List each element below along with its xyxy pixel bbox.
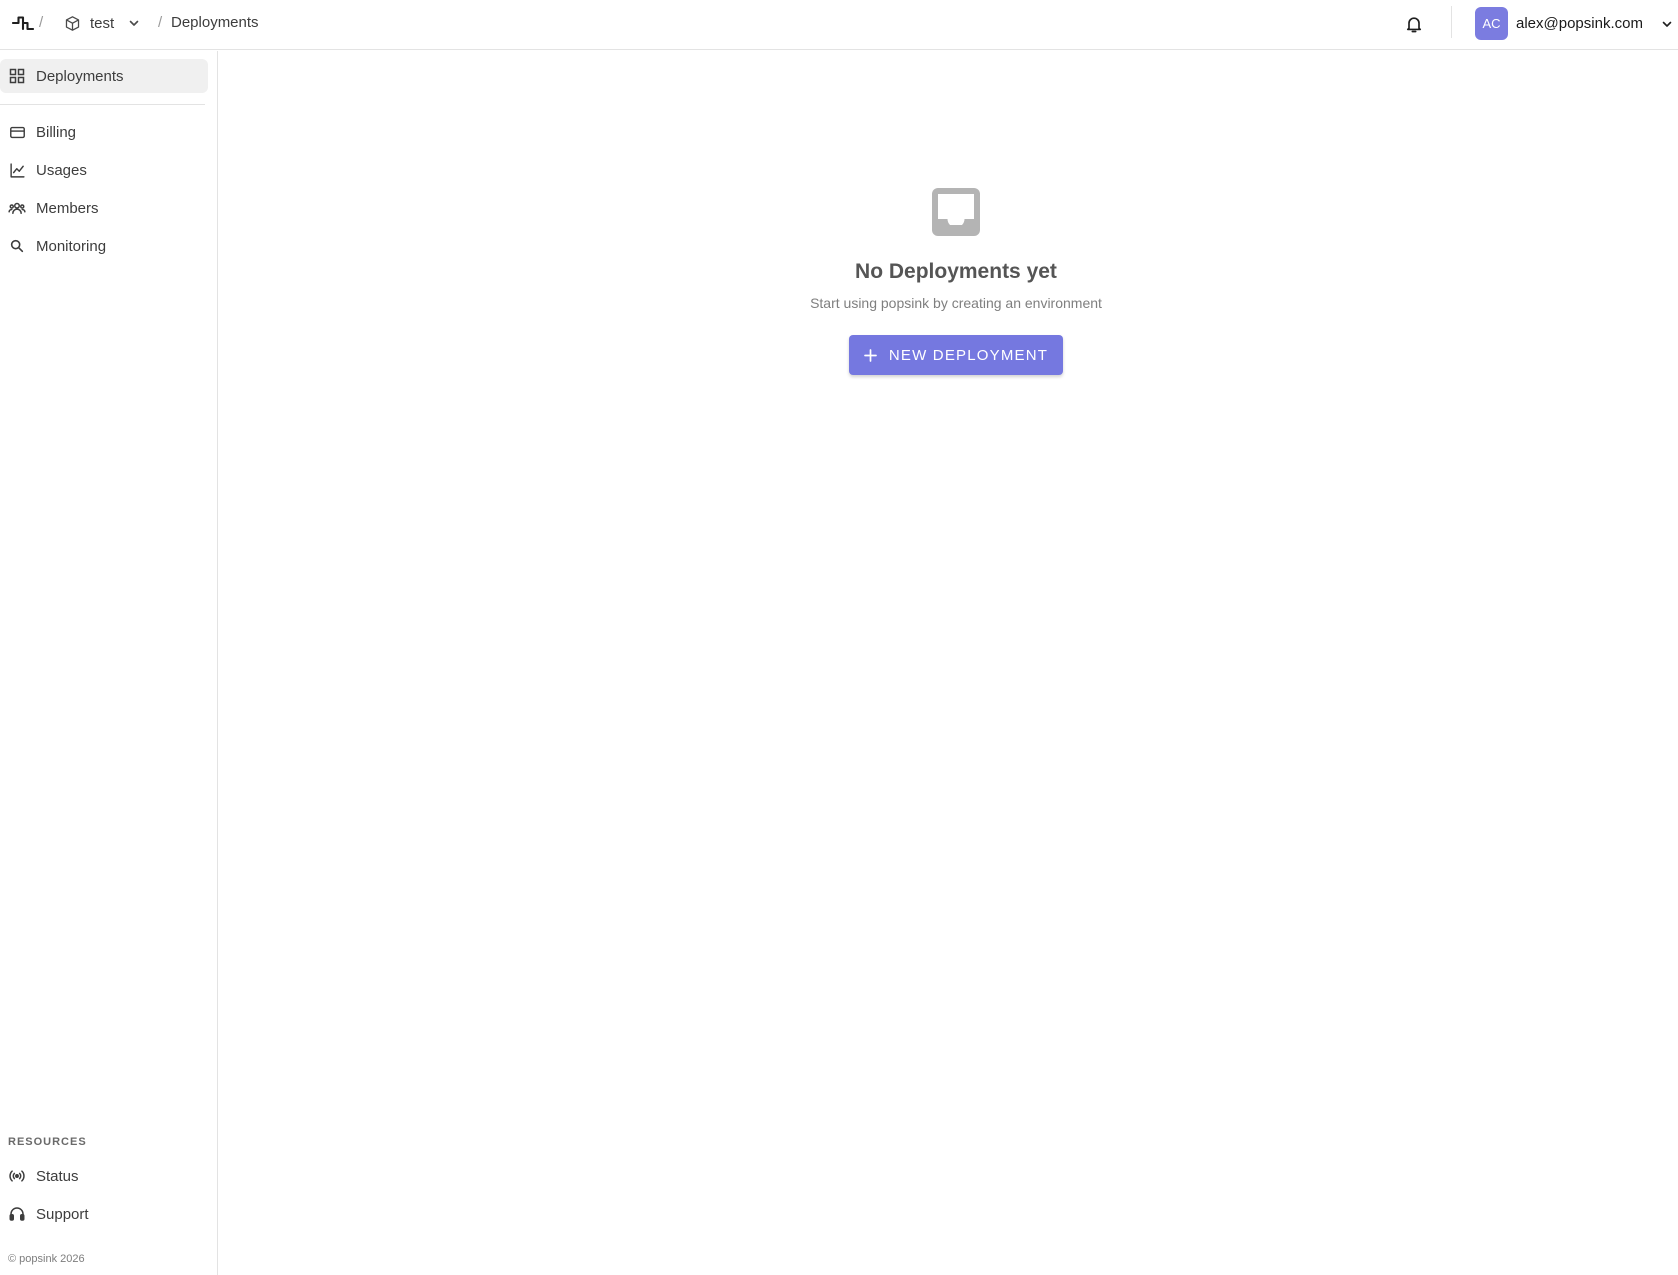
user-menu[interactable]: AC alex@popsink.com	[1475, 7, 1673, 40]
sidebar-item-monitoring[interactable]: Monitoring	[0, 229, 208, 263]
sidebar-item-label: Support	[36, 1205, 89, 1223]
sidebar-item-label: Monitoring	[36, 237, 107, 255]
project-selector[interactable]: test	[64, 11, 140, 35]
users-icon	[8, 199, 26, 217]
sidebar-item-label: Deployments	[36, 67, 124, 85]
grid-icon	[8, 67, 26, 85]
sidebar-item-label: Billing	[36, 123, 77, 141]
sidebar-item-deployments[interactable]: Deployments	[0, 59, 208, 93]
bell-icon[interactable]	[1404, 14, 1424, 34]
resources-section-title: RESOURCES	[8, 1136, 87, 1148]
sidebar-item-label: Usages	[36, 161, 87, 179]
sidebar: Deployments Billing Usages Members Monit…	[0, 51, 218, 1275]
topbar-divider	[1451, 6, 1452, 38]
breadcrumb-separator: /	[158, 14, 163, 31]
sidebar-item-status[interactable]: Status	[0, 1159, 208, 1193]
user-email: alex@popsink.com	[1516, 15, 1643, 32]
breadcrumb-separator: /	[39, 14, 44, 31]
credit-card-icon	[8, 123, 26, 141]
copyright: © popsink 2026	[8, 1253, 85, 1265]
headset-icon	[8, 1205, 26, 1223]
new-deployment-button[interactable]: NEW DEPLOYMENT	[849, 335, 1063, 375]
sidebar-item-members[interactable]: Members	[0, 191, 208, 225]
cube-icon	[64, 15, 81, 32]
sidebar-item-support[interactable]: Support	[0, 1197, 208, 1231]
empty-state-title: No Deployments yet	[855, 260, 1057, 283]
sidebar-item-usages[interactable]: Usages	[0, 153, 208, 187]
popsink-logo-icon[interactable]	[12, 14, 34, 32]
sidebar-item-label: Status	[36, 1167, 79, 1185]
top-bar: / test / Deployments AC alex@popsink.com	[0, 0, 1678, 50]
sidebar-item-billing[interactable]: Billing	[0, 115, 208, 149]
search-icon	[8, 237, 26, 255]
avatar: AC	[1475, 7, 1508, 40]
broadcast-icon	[8, 1167, 26, 1185]
empty-state-subtitle: Start using popsink by creating an envir…	[810, 295, 1102, 311]
project-name: test	[90, 14, 115, 32]
plus-icon	[863, 348, 877, 362]
chevron-down-icon	[128, 17, 140, 29]
line-chart-icon	[8, 161, 26, 179]
empty-state: No Deployments yet Start using popsink b…	[219, 185, 1678, 375]
chevron-down-icon	[1661, 18, 1673, 30]
new-deployment-label: NEW DEPLOYMENT	[888, 346, 1049, 364]
sidebar-divider	[0, 104, 205, 105]
sidebar-item-label: Members	[36, 199, 99, 217]
main-content: No Deployments yet Start using popsink b…	[219, 51, 1678, 1275]
breadcrumb-current-page[interactable]: Deployments	[171, 14, 259, 31]
inbox-icon	[929, 185, 983, 239]
